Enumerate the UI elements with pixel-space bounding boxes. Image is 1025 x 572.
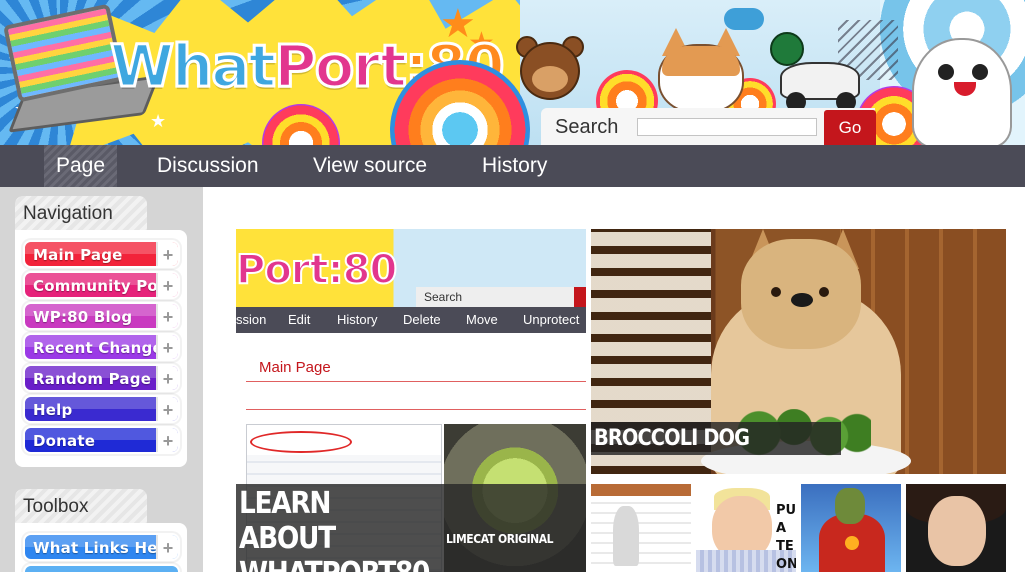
preview-search: Search — [416, 287, 581, 307]
learn-about-caption: LEARN ABOUT WHATPORT80 — [239, 486, 430, 572]
sidebar-item-label: Donate — [33, 432, 96, 450]
go-button[interactable]: Go — [824, 110, 876, 145]
sidebar-item-label: Recent Changes — [33, 339, 172, 357]
tab-history[interactable]: History — [482, 145, 547, 187]
sidebar-item-community-portal[interactable]: Community Portal + — [23, 271, 180, 299]
preview-nav-item: ssion — [236, 312, 267, 327]
preview-nav-item: Unprotect — [523, 312, 580, 327]
sidebar-item-label: Random Page — [33, 370, 152, 388]
preview-nav-item: Delete — [403, 312, 441, 327]
preview-nav-item: Move — [466, 312, 498, 327]
duck-mascot-icon — [770, 32, 870, 112]
sidebar-item-main-page[interactable]: Main Page + — [23, 240, 180, 268]
divider — [246, 409, 586, 410]
preview-go — [574, 287, 586, 307]
dog-nose — [791, 293, 813, 307]
plus-icon: + — [156, 304, 178, 328]
sidebar-item-wp80-blog[interactable]: WP:80 Blog + — [23, 302, 180, 330]
tab-view-source[interactable]: View source — [313, 145, 427, 187]
meme-tile-4[interactable] — [906, 484, 1006, 572]
meme-text: PUT A TE ON UNA — [776, 503, 796, 572]
toolbox-portlet-title: Toolbox — [15, 489, 147, 525]
toolbox-portlet: What Links Here + — [15, 523, 187, 572]
plus-icon: + — [156, 366, 178, 390]
sidebar-item-what-links-here[interactable]: What Links Here + — [23, 533, 180, 561]
sidebar-item-recent-changes[interactable]: Recent Changes + — [23, 333, 180, 361]
preview-nav: ssion Edit History Delete Move Unprotect — [236, 307, 586, 333]
meme-tile-1[interactable] — [591, 484, 691, 572]
sidebar-item-label: What Links Here — [33, 539, 176, 557]
limecat-caption: LIMECAT ORIGINAL — [446, 532, 554, 546]
sidebar-item-next[interactable] — [23, 564, 180, 572]
search-input[interactable] — [637, 118, 817, 136]
preview-nav-item: History — [337, 312, 378, 327]
meme-tile-2[interactable]: PUT A TE ON UNA — [696, 484, 796, 572]
preview-logo: Port:80 — [236, 246, 398, 294]
learn-about-tile[interactable]: Port:80 Search ssion Edit History Delete… — [236, 229, 586, 572]
plus-icon: + — [156, 242, 178, 266]
sidebar-item-donate[interactable]: Donate + — [23, 426, 180, 454]
sidebar: Navigation Main Page + Community Portal … — [0, 187, 203, 572]
preview-highlight — [250, 431, 352, 453]
plus-icon: + — [156, 335, 178, 359]
search-label: Search — [555, 116, 619, 138]
tab-page[interactable]: Page — [44, 145, 118, 187]
plus-icon: + — [156, 273, 178, 297]
logo-part: What — [108, 31, 277, 102]
plus-icon: + — [156, 397, 178, 421]
bear-mascot-icon — [512, 36, 588, 116]
preview-nav-item: Edit — [288, 312, 311, 327]
navigation-portlet-title: Navigation — [15, 196, 147, 232]
broccoli-dog-tile[interactable]: BROCCOLI DOG — [591, 229, 1006, 474]
star-icon: ★ — [150, 111, 167, 131]
broccoli-dog-caption: BROCCOLI DOG — [594, 426, 750, 451]
plus-icon: + — [156, 535, 178, 559]
navigation-portlet: Main Page + Community Portal + WP:80 Blo… — [15, 230, 187, 467]
sidebar-item-label: WP:80 Blog — [33, 308, 133, 326]
cloud-icon — [724, 8, 764, 30]
sidebar-item-help[interactable]: Help + — [23, 395, 180, 423]
tab-discussion[interactable]: Discussion — [157, 145, 259, 187]
sidebar-item-label: Help — [33, 401, 73, 419]
preview-title: Main Page — [259, 359, 331, 376]
plus-icon: + — [156, 428, 178, 452]
sidebar-item-random-page[interactable]: Random Page + — [23, 364, 180, 392]
meme-tile-3[interactable] — [801, 484, 901, 572]
logo-part: Port — [273, 31, 409, 102]
cat-mascot-icon — [658, 28, 744, 114]
divider — [246, 381, 586, 382]
owl-mascot-icon — [912, 38, 1012, 145]
page-actions-bar: Page Discussion View source History — [0, 145, 1025, 187]
sidebar-item-label: Main Page — [33, 246, 123, 264]
